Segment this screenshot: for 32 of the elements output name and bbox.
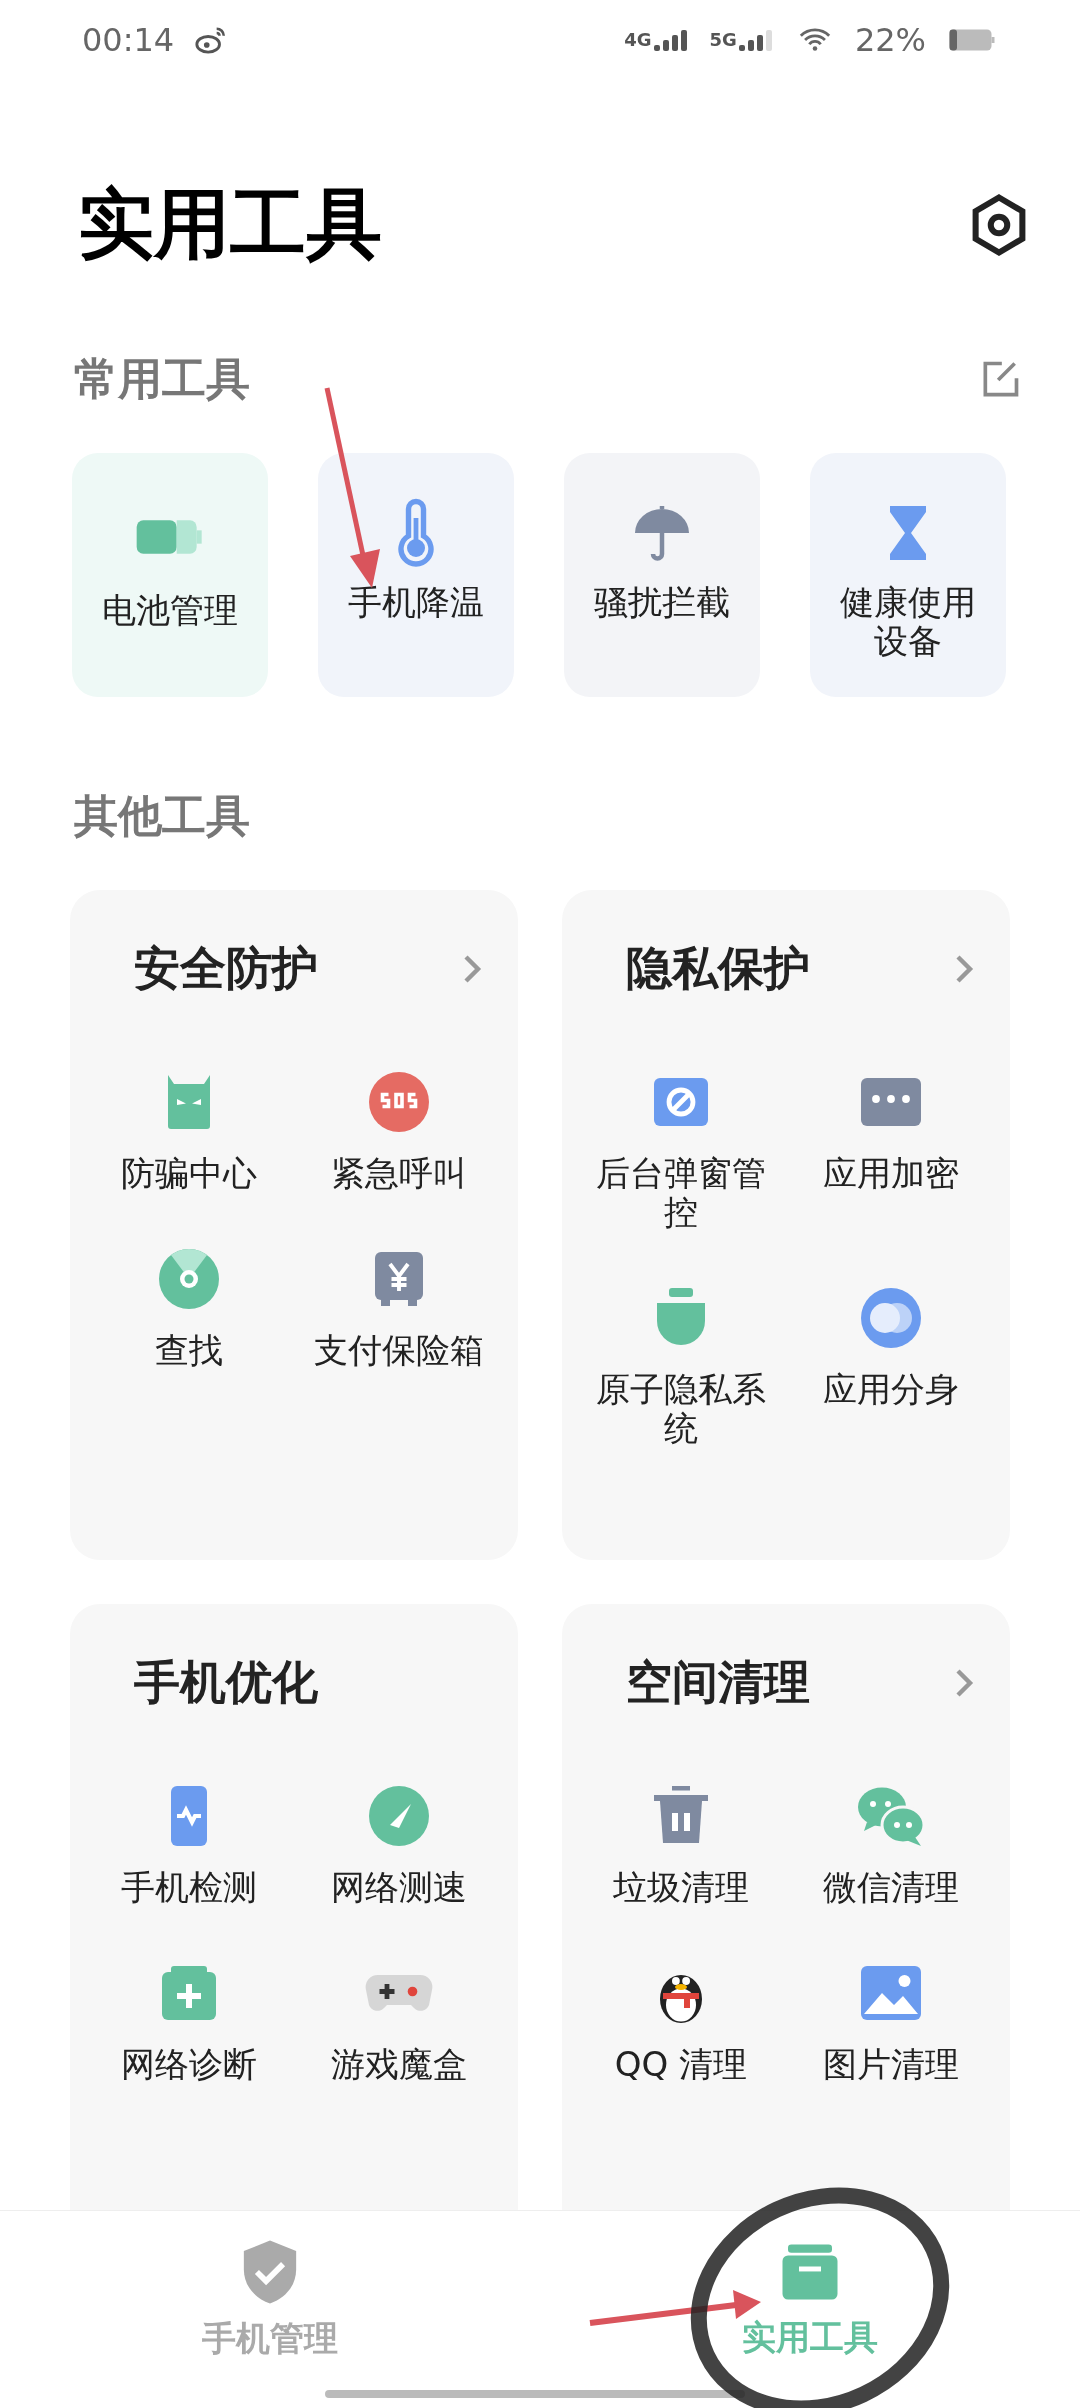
tool-item[interactable]: 垃圾清理 (613, 1868, 749, 1908)
tool-item[interactable]: 微信清理 (823, 1868, 959, 1908)
chevron-right-icon[interactable] (462, 953, 484, 985)
tool-item[interactable]: 应用加密 (823, 1154, 959, 1194)
group-title: 隐私保护 (626, 940, 810, 997)
tool-item[interactable]: 防骗中心 (121, 1154, 257, 1194)
status-time: 00:14 (82, 21, 175, 59)
group-title: 空间清理 (626, 1654, 810, 1711)
tool-item[interactable]: 手机检测 (121, 1868, 257, 1908)
tool-item[interactable]: 网络测速 (331, 1868, 467, 1908)
chevron-right-icon[interactable] (954, 1667, 976, 1699)
chevron-right-icon[interactable] (954, 953, 976, 985)
section-title: 常用工具 (74, 352, 250, 406)
tool-item[interactable]: 原子隐私系统 (588, 1370, 774, 1449)
page-title: 实用工具 (78, 177, 382, 270)
tool-tile[interactable]: 骚扰拦截 (564, 453, 760, 697)
tool-item[interactable]: 后台弹窗管控 (588, 1154, 774, 1233)
tool-item[interactable]: 应用分身 (823, 1370, 959, 1410)
tool-tile[interactable]: 手机降温 (318, 453, 514, 697)
tool-item[interactable]: 图片清理 (823, 2045, 959, 2085)
group-title: 安全防护 (134, 940, 318, 997)
tool-item[interactable]: 查找 (155, 1331, 223, 1371)
group-title: 手机优化 (134, 1654, 318, 1711)
tool-item[interactable]: 紧急呼叫 (331, 1154, 467, 1194)
tool-item[interactable]: QQ 清理 (614, 2045, 748, 2085)
tool-item[interactable]: 网络诊断 (121, 2045, 257, 2085)
tool-item[interactable]: 支付保险箱 (314, 1331, 484, 1371)
section-title: 其他工具 (74, 789, 250, 843)
tool-tile[interactable]: 健康使用设备 (810, 453, 1006, 697)
tool-item[interactable]: 游戏魔盒 (331, 2045, 467, 2085)
tool-tile[interactable]: 电池管理 (72, 453, 268, 697)
battery-percent: 22% (854, 21, 926, 59)
